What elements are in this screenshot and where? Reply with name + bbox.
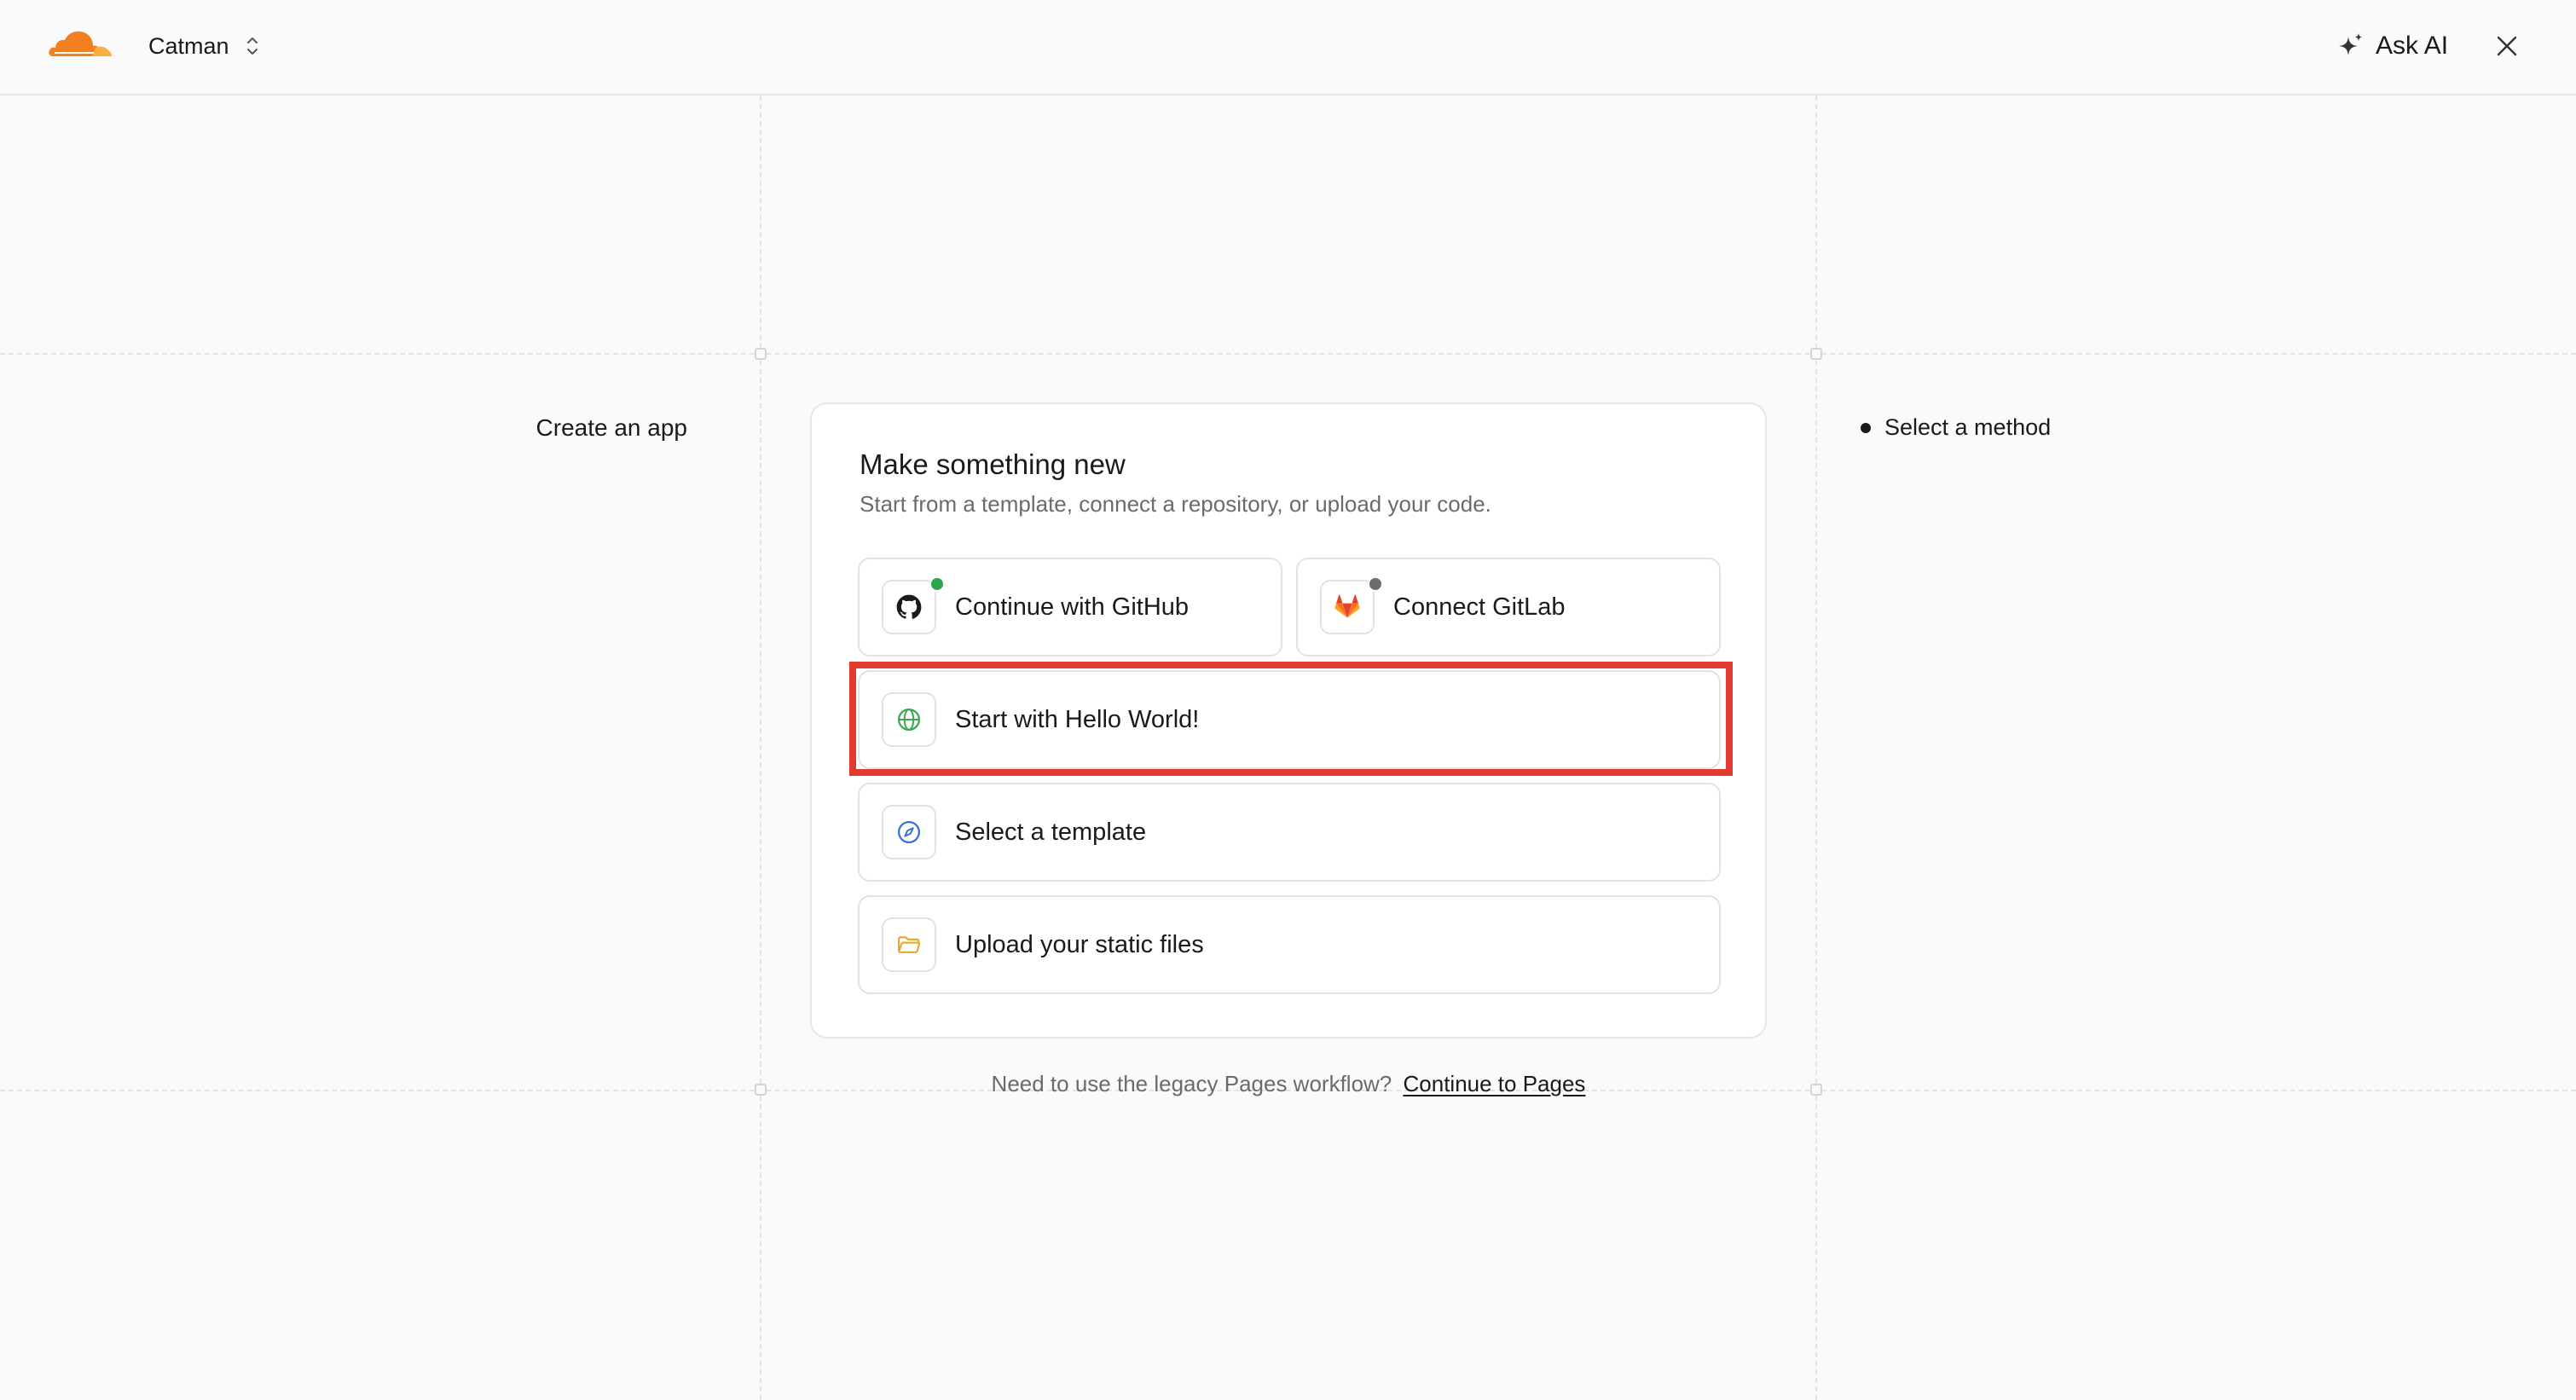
globe-icon [898,709,920,731]
hello-world-option-label: Start with Hello World! [955,706,1200,733]
card-title: Make something new [860,448,1126,480]
guide-corner [1810,348,1822,360]
select-template-button[interactable]: Select a template [858,783,1721,882]
compass-icon-box [882,805,936,859]
step-indicator: Select a method [1861,414,2051,441]
top-bar: Catman Ask AI [0,0,2576,95]
create-app-card: Make something new Start from a template… [810,402,1767,1038]
upload-static-files-button[interactable]: Upload your static files [858,895,1721,994]
guide-line-top [0,353,2576,355]
github-status-dot [929,576,945,592]
guide-corner [755,348,767,360]
step-label: Select a method [1884,414,2052,440]
continue-to-pages-link[interactable]: Continue to Pages [1404,1071,1586,1096]
connect-gitlab-button[interactable]: Connect GitLab [1296,558,1721,657]
cloudflare-logo-icon[interactable] [48,27,113,61]
github-option-label: Continue with GitHub [955,593,1190,621]
close-icon [2497,36,2517,56]
sparkle-icon [2339,33,2362,55]
github-icon [896,594,922,619]
chevron-up-down-icon [246,38,258,55]
github-icon-box [882,576,945,634]
gitlab-option-label: Connect GitLab [1393,593,1566,621]
account-name: Catman [148,32,229,59]
compass-icon [898,821,920,843]
guide-line-left [760,95,761,1400]
section-title: Create an app [535,414,687,441]
ask-ai-label: Ask AI [2376,32,2449,60]
template-option-label: Select a template [955,819,1147,846]
card-subtitle: Start from a template, connect a reposit… [860,491,1491,517]
ask-ai-button[interactable]: Ask AI [2336,26,2448,67]
start-with-hello-world-button[interactable]: Start with Hello World! [858,670,1721,769]
gitlab-icon-box [1320,576,1383,634]
legacy-pages-text: Need to use the legacy Pages workflow? [991,1071,1392,1096]
gitlab-status-dot [1368,576,1383,592]
close-button[interactable] [2492,31,2522,61]
app-window: Catman Ask AI Create an app Select a met… [0,0,2576,1400]
folder-icon [898,936,921,953]
guide-corner [1810,1084,1822,1096]
gitlab-icon [1334,594,1360,618]
globe-icon-box [882,692,936,747]
account-switcher[interactable]: Catman [148,29,260,63]
step-dot-icon [1861,422,1871,433]
legacy-pages-note: Need to use the legacy Pages workflow? C… [810,1071,1767,1097]
continue-with-github-button[interactable]: Continue with GitHub [858,558,1282,657]
guide-line-right [1815,95,1817,1400]
upload-option-label: Upload your static files [955,931,1204,958]
guide-corner [755,1084,767,1096]
folder-icon-box [882,917,936,972]
